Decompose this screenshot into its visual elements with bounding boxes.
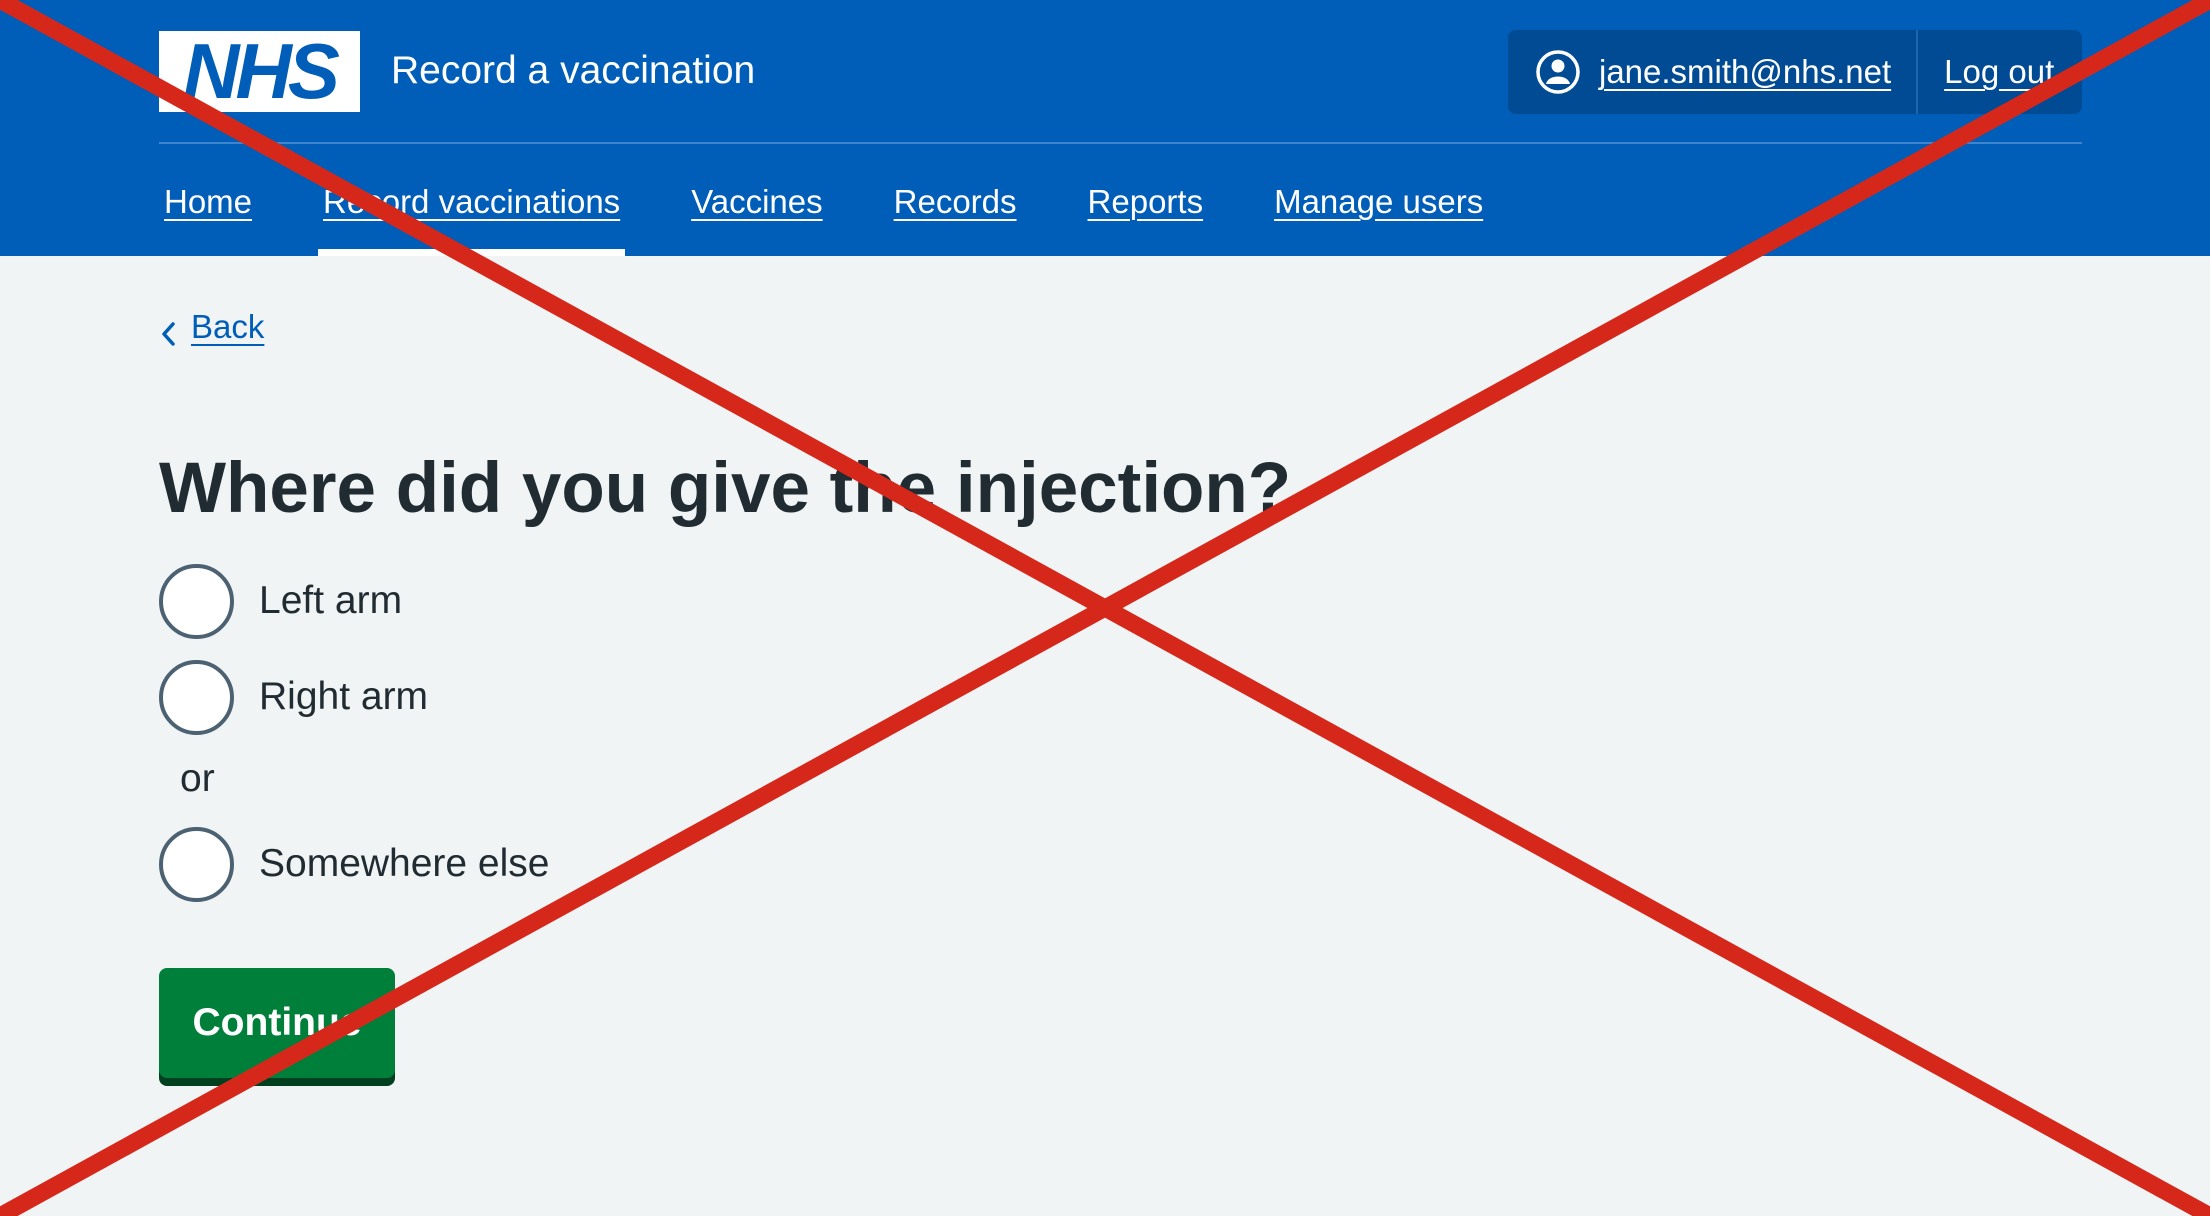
nav-item-reports[interactable]: Reports (1083, 176, 1209, 256)
nav-item-home[interactable]: Home (159, 176, 257, 256)
continue-button[interactable]: Continue (159, 968, 395, 1078)
radio-label-somewhere-else[interactable]: Somewhere else (259, 840, 549, 888)
page: NHS Record a vaccination jane.smith@nhs.… (0, 0, 2210, 1216)
nhs-logo[interactable]: NHS (159, 31, 360, 112)
back-link-container[interactable]: Back (159, 305, 264, 349)
chevron-left-icon (159, 314, 177, 346)
back-link[interactable]: Back (191, 305, 264, 349)
nav-item-manage-users[interactable]: Manage users (1269, 176, 1488, 256)
radio-label-right-arm[interactable]: Right arm (259, 673, 428, 721)
radio-option-somewhere-else[interactable]: Somewhere else (159, 824, 549, 904)
page-title: Where did you give the injection? (159, 449, 1292, 528)
nav-item-record-vaccinations[interactable]: Record vaccinations (318, 176, 626, 256)
user-icon (1535, 49, 1581, 95)
header-divider (159, 142, 2082, 144)
logout-link[interactable]: Log out (1918, 52, 2054, 92)
radio-divider: or (180, 757, 215, 800)
site-header: NHS Record a vaccination jane.smith@nhs.… (0, 0, 2210, 256)
nav-link-manage-users[interactable]: Manage users (1274, 183, 1483, 220)
account-menu: jane.smith@nhs.net Log out (1508, 30, 2082, 114)
nav-link-records[interactable]: Records (894, 183, 1017, 220)
radio-label-left-arm[interactable]: Left arm (259, 577, 402, 625)
radio-input-left-arm[interactable] (159, 563, 234, 639)
radio-input-right-arm[interactable] (159, 659, 234, 735)
radio-input-somewhere-else[interactable] (159, 826, 234, 902)
nav-link-home[interactable]: Home (164, 183, 252, 220)
nav-item-vaccines[interactable]: Vaccines (686, 176, 827, 256)
nav-link-reports[interactable]: Reports (1088, 183, 1204, 220)
radio-option-right-arm[interactable]: Right arm (159, 657, 428, 737)
primary-navigation: Home Record vaccinations Vaccines Record… (159, 176, 1549, 256)
account-email-link[interactable]: jane.smith@nhs.net (1599, 52, 1891, 92)
account-user: jane.smith@nhs.net (1508, 30, 1919, 114)
nav-item-records[interactable]: Records (889, 176, 1022, 256)
nav-link-record-vaccinations[interactable]: Record vaccinations (323, 183, 620, 220)
radio-option-left-arm[interactable]: Left arm (159, 561, 402, 641)
nav-link-vaccines[interactable]: Vaccines (691, 183, 822, 220)
service-name[interactable]: Record a vaccination (391, 44, 755, 98)
